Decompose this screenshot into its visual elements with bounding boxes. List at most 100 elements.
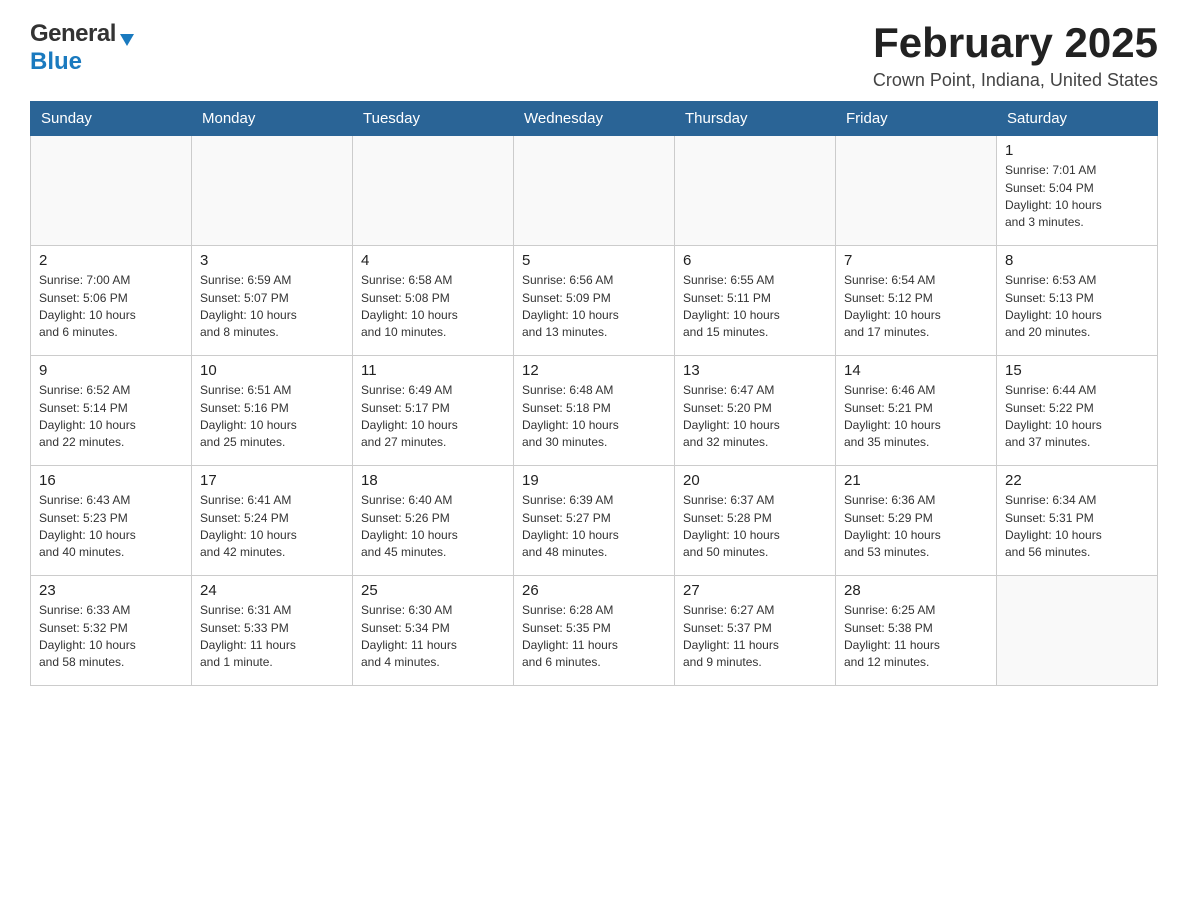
day-info: Sunrise: 6:27 AM Sunset: 5:37 PM Dayligh… <box>683 603 779 669</box>
calendar-week-1: 1Sunrise: 7:01 AM Sunset: 5:04 PM Daylig… <box>31 136 1158 246</box>
day-info: Sunrise: 6:30 AM Sunset: 5:34 PM Dayligh… <box>361 603 457 669</box>
calendar-cell: 27 Sunrise: 6:27 AM Sunset: 5:37 PM Dayli… <box>675 576 836 686</box>
calendar-cell: 8Sunrise: 6:53 AM Sunset: 5:13 PM Daylig… <box>997 246 1158 356</box>
day-of-week-saturday: Saturday <box>997 102 1158 136</box>
day-number: 4 <box>361 252 505 269</box>
day-info: Sunrise: 6:39 AM Sunset: 5:27 PM Dayligh… <box>522 493 619 559</box>
day-number: 13 <box>683 362 827 379</box>
calendar-cell: 18 Sunrise: 6:40 AM Sunset: 5:26 PM Dayli… <box>353 466 514 576</box>
day-info: Sunrise: 6:44 AM Sunset: 5:22 PM Dayligh… <box>1005 383 1102 449</box>
calendar-cell: 19 Sunrise: 6:39 AM Sunset: 5:27 PM Dayli… <box>514 466 675 576</box>
calendar-header: SundayMondayTuesdayWednesdayThursdayFrid… <box>31 102 1158 136</box>
day-number: 9 <box>39 362 183 379</box>
day-info: Sunrise: 6:52 AM Sunset: 5:14 PM Dayligh… <box>39 383 136 449</box>
day-number: 3 <box>200 252 344 269</box>
day-number: 1 <box>1005 142 1149 159</box>
day-number: 8 <box>1005 252 1149 269</box>
calendar-cell: 20Sunrise: 6:37 AM Sunset: 5:28 PM Dayli… <box>675 466 836 576</box>
day-number: 15 <box>1005 362 1149 379</box>
day-info: Sunrise: 6:46 AM Sunset: 5:21 PM Dayligh… <box>844 383 941 449</box>
day-number: 22 <box>1005 472 1149 489</box>
day-number: 28 <box>844 582 988 599</box>
day-number: 10 <box>200 362 344 379</box>
day-info: Sunrise: 6:58 AM Sunset: 5:08 PM Dayligh… <box>361 273 458 339</box>
day-info: Sunrise: 6:49 AM Sunset: 5:17 PM Dayligh… <box>361 383 458 449</box>
day-number: 7 <box>844 252 988 269</box>
day-number: 26 <box>522 582 666 599</box>
day-number: 25 <box>361 582 505 599</box>
calendar-cell: 16 Sunrise: 6:43 AM Sunset: 5:23 PM Dayli… <box>31 466 192 576</box>
calendar-cell: 26 Sunrise: 6:28 AM Sunset: 5:35 PM Dayli… <box>514 576 675 686</box>
day-info: Sunrise: 6:43 AM Sunset: 5:23 PM Dayligh… <box>39 493 136 559</box>
page-header: General Blue February 2025 Crown Point, … <box>30 20 1158 91</box>
day-info: Sunrise: 7:00 AM Sunset: 5:06 PM Dayligh… <box>39 273 136 339</box>
day-number: 19 <box>522 472 666 489</box>
day-info: Sunrise: 6:28 AM Sunset: 5:35 PM Dayligh… <box>522 603 618 669</box>
calendar-cell: 2 Sunrise: 7:00 AM Sunset: 5:06 PM Daylig… <box>31 246 192 356</box>
calendar-cell: 12 Sunrise: 6:48 AM Sunset: 5:18 PM Dayli… <box>514 356 675 466</box>
day-info: Sunrise: 6:40 AM Sunset: 5:26 PM Dayligh… <box>361 493 458 559</box>
calendar-cell: 17Sunrise: 6:41 AM Sunset: 5:24 PM Dayli… <box>192 466 353 576</box>
day-number: 16 <box>39 472 183 489</box>
calendar-cell: 6Sunrise: 6:55 AM Sunset: 5:11 PM Daylig… <box>675 246 836 356</box>
day-number: 20 <box>683 472 827 489</box>
calendar-cell: 22 Sunrise: 6:34 AM Sunset: 5:31 PM Dayli… <box>997 466 1158 576</box>
day-info: Sunrise: 6:56 AM Sunset: 5:09 PM Dayligh… <box>522 273 619 339</box>
calendar-cell <box>514 136 675 246</box>
calendar-cell: 13 Sunrise: 6:47 AM Sunset: 5:20 PM Dayli… <box>675 356 836 466</box>
day-info: Sunrise: 6:51 AM Sunset: 5:16 PM Dayligh… <box>200 383 297 449</box>
logo-triangle-icon <box>118 30 136 48</box>
day-number: 17 <box>200 472 344 489</box>
day-info: Sunrise: 6:34 AM Sunset: 5:31 PM Dayligh… <box>1005 493 1102 559</box>
calendar-cell: 25 Sunrise: 6:30 AM Sunset: 5:34 PM Dayli… <box>353 576 514 686</box>
calendar-cell: 11 Sunrise: 6:49 AM Sunset: 5:17 PM Dayli… <box>353 356 514 466</box>
calendar-cell: 4 Sunrise: 6:58 AM Sunset: 5:08 PM Daylig… <box>353 246 514 356</box>
day-number: 27 <box>683 582 827 599</box>
location-title: Crown Point, Indiana, United States <box>873 70 1158 91</box>
calendar-week-5: 23 Sunrise: 6:33 AM Sunset: 5:32 PM Dayli… <box>31 576 1158 686</box>
calendar-cell: 5Sunrise: 6:56 AM Sunset: 5:09 PM Daylig… <box>514 246 675 356</box>
day-number: 11 <box>361 362 505 379</box>
calendar-week-3: 9 Sunrise: 6:52 AM Sunset: 5:14 PM Daylig… <box>31 356 1158 466</box>
calendar-cell: 1Sunrise: 7:01 AM Sunset: 5:04 PM Daylig… <box>997 136 1158 246</box>
calendar-cell <box>997 576 1158 686</box>
day-of-week-monday: Monday <box>192 102 353 136</box>
calendar-table: SundayMondayTuesdayWednesdayThursdayFrid… <box>30 101 1158 686</box>
day-number: 24 <box>200 582 344 599</box>
month-title: February 2025 <box>873 20 1158 66</box>
day-info: Sunrise: 6:54 AM Sunset: 5:12 PM Dayligh… <box>844 273 941 339</box>
day-of-week-tuesday: Tuesday <box>353 102 514 136</box>
day-info: Sunrise: 6:48 AM Sunset: 5:18 PM Dayligh… <box>522 383 619 449</box>
calendar-cell: 28Sunrise: 6:25 AM Sunset: 5:38 PM Dayli… <box>836 576 997 686</box>
day-number: 23 <box>39 582 183 599</box>
calendar-cell: 14Sunrise: 6:46 AM Sunset: 5:21 PM Dayli… <box>836 356 997 466</box>
day-info: Sunrise: 6:59 AM Sunset: 5:07 PM Dayligh… <box>200 273 297 339</box>
day-of-week-wednesday: Wednesday <box>514 102 675 136</box>
calendar-cell: 10 Sunrise: 6:51 AM Sunset: 5:16 PM Dayli… <box>192 356 353 466</box>
calendar-cell: 3 Sunrise: 6:59 AM Sunset: 5:07 PM Daylig… <box>192 246 353 356</box>
calendar-cell <box>675 136 836 246</box>
day-number: 18 <box>361 472 505 489</box>
calendar-week-2: 2 Sunrise: 7:00 AM Sunset: 5:06 PM Daylig… <box>31 246 1158 356</box>
day-number: 6 <box>683 252 827 269</box>
calendar-week-4: 16 Sunrise: 6:43 AM Sunset: 5:23 PM Dayli… <box>31 466 1158 576</box>
day-number: 2 <box>39 252 183 269</box>
days-of-week-row: SundayMondayTuesdayWednesdayThursdayFrid… <box>31 102 1158 136</box>
calendar-cell <box>192 136 353 246</box>
day-info: Sunrise: 6:36 AM Sunset: 5:29 PM Dayligh… <box>844 493 941 559</box>
calendar-cell <box>836 136 997 246</box>
logo: General Blue <box>30 20 136 76</box>
calendar-cell: 21 Sunrise: 6:36 AM Sunset: 5:29 PM Dayli… <box>836 466 997 576</box>
logo-blue-text: Blue <box>30 48 82 76</box>
day-number: 21 <box>844 472 988 489</box>
calendar-cell: 24 Sunrise: 6:31 AM Sunset: 5:33 PM Dayli… <box>192 576 353 686</box>
day-number: 12 <box>522 362 666 379</box>
calendar-body: 1Sunrise: 7:01 AM Sunset: 5:04 PM Daylig… <box>31 136 1158 686</box>
calendar-cell: 23 Sunrise: 6:33 AM Sunset: 5:32 PM Dayli… <box>31 576 192 686</box>
day-info: Sunrise: 6:47 AM Sunset: 5:20 PM Dayligh… <box>683 383 780 449</box>
day-of-week-sunday: Sunday <box>31 102 192 136</box>
day-info: Sunrise: 6:33 AM Sunset: 5:32 PM Dayligh… <box>39 603 136 669</box>
day-of-week-friday: Friday <box>836 102 997 136</box>
calendar-cell <box>353 136 514 246</box>
day-info: Sunrise: 6:31 AM Sunset: 5:33 PM Dayligh… <box>200 603 296 669</box>
